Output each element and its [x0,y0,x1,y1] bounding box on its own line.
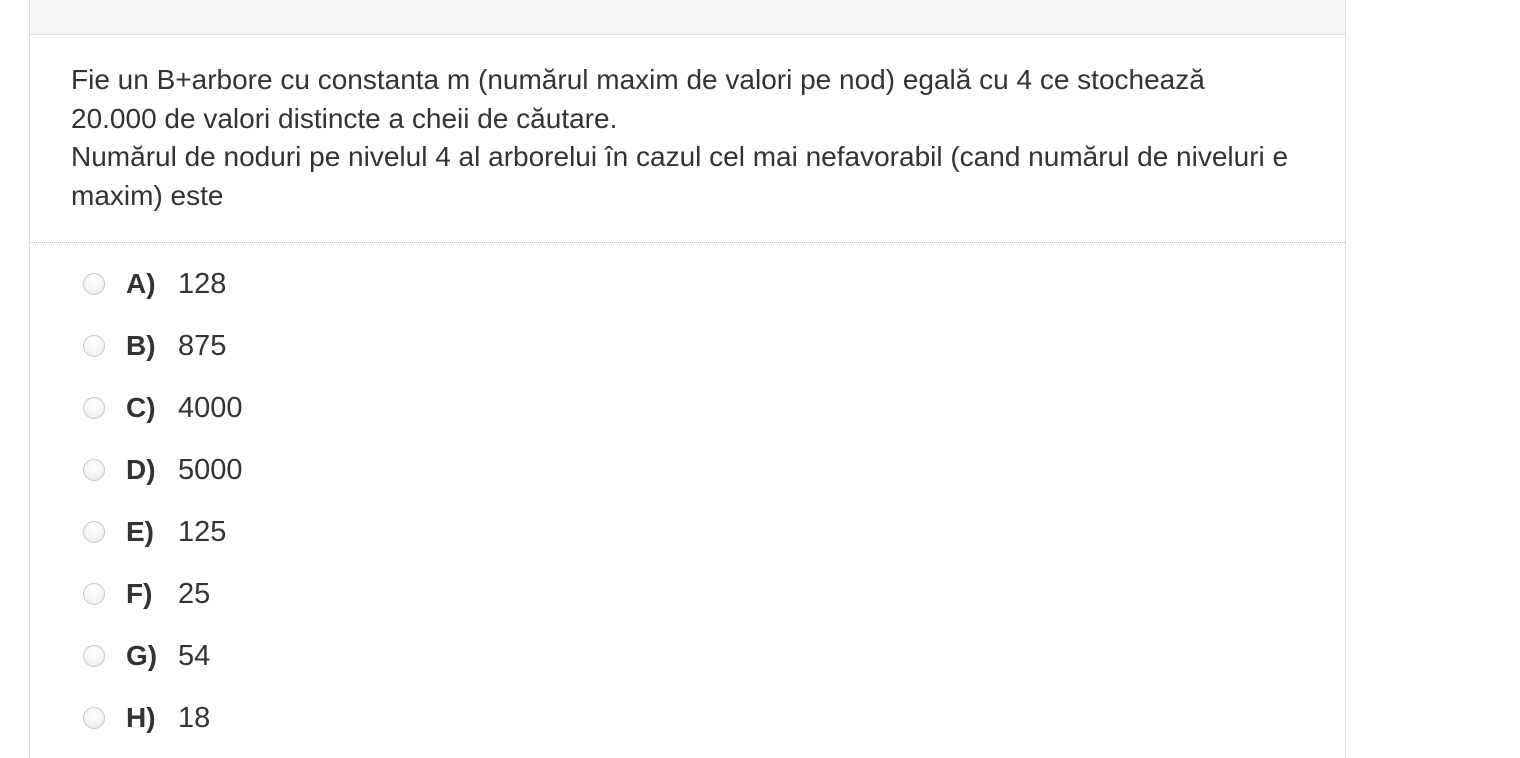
panel-header [30,0,1345,35]
answer-option-h[interactable]: H) 18 [83,698,210,738]
question-prompt: Numărul de noduri pe nivelul 4 al arbore… [71,141,1289,211]
answer-option-g[interactable]: G) 54 [83,636,210,676]
answer-letter: B) [126,330,156,361]
answer-value: 875 [178,329,227,362]
answer-value: 18 [178,701,211,734]
answer-value: 128 [178,267,227,300]
answer-letter: H) [126,702,156,733]
question-statement: Fie un B+arbore cu constanta m (numărul … [71,64,1205,134]
answer-letter: C) [126,392,156,423]
radio-button-h[interactable] [83,707,105,729]
answer-value: 4000 [178,391,243,424]
answer-letter: G) [126,640,158,671]
radio-button-a[interactable] [83,273,105,295]
radio-button-g[interactable] [83,645,105,667]
answer-option-e[interactable]: E) 125 [83,512,226,552]
answer-value: 5000 [178,453,243,486]
answer-value: 125 [178,515,227,548]
answer-letter: A) [126,268,156,299]
answer-option-b[interactable]: B) 875 [83,326,226,366]
answer-option-d[interactable]: D) 5000 [83,450,243,490]
answer-option-c[interactable]: C) 4000 [83,388,243,428]
radio-button-e[interactable] [83,521,105,543]
radio-button-f[interactable] [83,583,105,605]
answer-option-f[interactable]: F) 25 [83,574,210,614]
answer-value: 54 [178,639,211,672]
answer-value: 25 [178,577,211,610]
answer-option-a[interactable]: A) 128 [83,264,226,304]
answer-letter: F) [126,578,153,609]
answer-letter: E) [126,516,154,547]
radio-button-d[interactable] [83,459,105,481]
radio-button-b[interactable] [83,335,105,357]
radio-button-c[interactable] [83,397,105,419]
answer-letter: D) [126,454,156,485]
question-text: Fie un B+arbore cu constanta m (numărul … [71,61,1291,215]
question-panel: Fie un B+arbore cu constanta m (numărul … [29,0,1346,758]
answers-divider [30,242,1345,243]
